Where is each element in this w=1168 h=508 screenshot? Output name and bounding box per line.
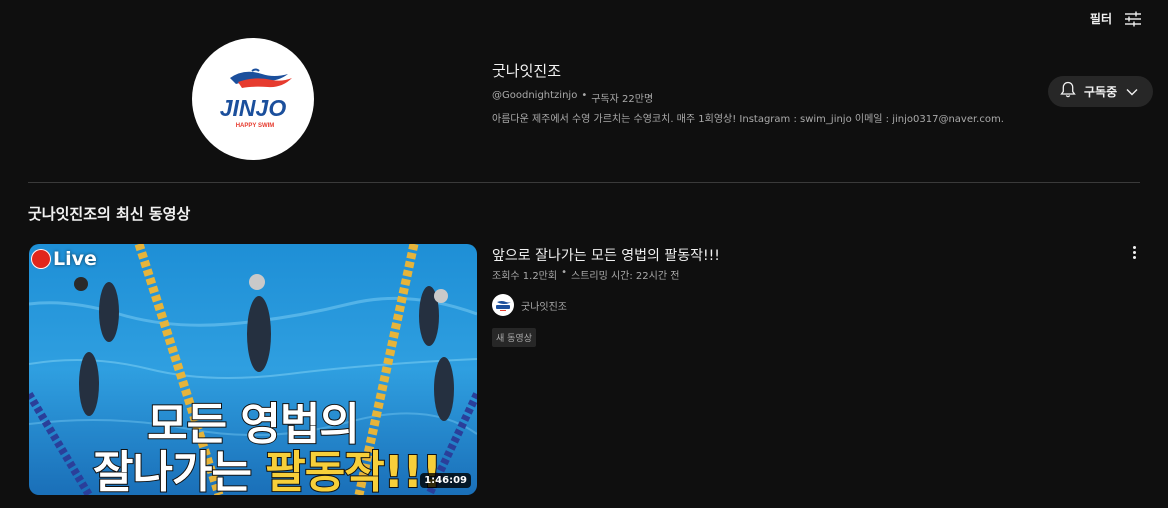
more-dot: [1132, 245, 1136, 249]
more-vert-icon[interactable]: [1126, 242, 1142, 262]
subscribed-button[interactable]: 구독중: [1048, 76, 1153, 107]
chevron-down-icon: [1125, 82, 1139, 101]
logo-subtext: HAPPY SWIM: [236, 123, 275, 129]
video-title[interactable]: 앞으로 잘나가는 모든 영법의 팔동작!!!: [492, 245, 720, 265]
sliders-icon: [1124, 11, 1142, 27]
view-count: 조회수 1.2만회: [492, 271, 558, 282]
more-dot: [1132, 255, 1136, 259]
channel-meta: @Goodnightzinjo • 구독자 22만명: [492, 90, 653, 105]
channel-name: 굿나잇진조: [492, 62, 562, 80]
subscribed-label: 구독중: [1084, 85, 1118, 99]
section-divider: [28, 182, 1140, 183]
channel-handle: @Goodnightzinjo: [492, 90, 578, 101]
section-title: 굿나잇진조의 최신 동영상: [28, 205, 191, 223]
filter-label: 필터: [1089, 12, 1112, 26]
bell-icon: [1060, 81, 1076, 103]
live-label: Live: [53, 248, 97, 270]
meta-separator: •: [561, 267, 567, 278]
video-duration: 1:46:09: [420, 473, 471, 488]
video-meta: 조회수 1.2만회 • 스트리밍 시간: 22시간 전: [492, 267, 679, 282]
live-badge: Live: [31, 248, 97, 270]
more-dot: [1132, 250, 1136, 254]
video-channel-avatar[interactable]: [492, 294, 514, 316]
logo-text: JINJO: [220, 95, 287, 121]
video-channel-name[interactable]: 굿나잇진조: [521, 298, 567, 313]
stream-time: 스트리밍 시간: 22시간 전: [571, 271, 680, 282]
subscriber-count: 구독자 22만명: [591, 94, 654, 105]
filter-button[interactable]: 필터: [1090, 10, 1142, 27]
channel-avatar[interactable]: JINJO HAPPY SWIM: [192, 38, 314, 160]
thumbnail-caption-white: 잘나가는: [92, 446, 266, 495]
video-thumbnail[interactable]: Live 모든 영법의 잘나가는 팔동작!!! 1:46:09: [29, 244, 477, 495]
new-video-badge: 새 동영상: [492, 328, 536, 347]
thumbnail-caption-yellow: 팔동작!!!: [264, 446, 443, 495]
live-dot-icon: [31, 249, 51, 269]
thumbnail-caption-line2: 잘나가는 팔동작!!!: [92, 436, 443, 495]
meta-separator: •: [581, 90, 588, 101]
channel-description[interactable]: 아름다운 제주에서 수영 가르치는 수영코치. 매주 1회영상! Instagr…: [492, 110, 1004, 125]
